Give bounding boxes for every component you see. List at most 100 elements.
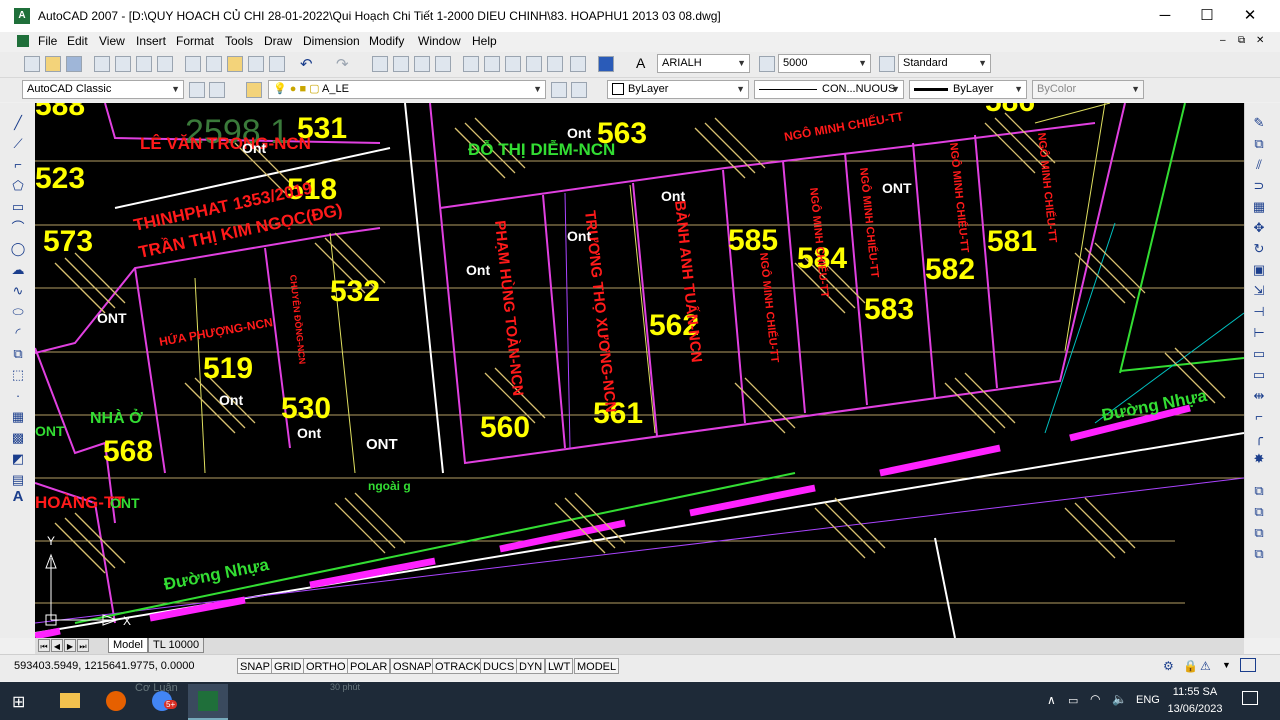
zoom-window-icon[interactable] — [414, 56, 430, 72]
workspace-settings-icon[interactable] — [189, 82, 205, 98]
model-toggle[interactable]: MODEL — [574, 658, 620, 674]
cut-icon[interactable] — [185, 56, 201, 72]
ellipse-icon[interactable]: ⬭ — [9, 305, 27, 319]
last-tab-button[interactable]: ⏭ — [77, 639, 89, 652]
workspace-dropdown[interactable]: AutoCAD Classic ▼ — [22, 80, 184, 99]
join-icon[interactable]: ⇹ — [1250, 389, 1268, 403]
arc-icon[interactable]: ⌒ — [9, 221, 27, 235]
construction-line-icon[interactable]: ⟋ — [9, 137, 27, 151]
color-dropdown[interactable]: ByLayer ▼ — [607, 80, 749, 99]
block-editor-icon[interactable] — [269, 56, 285, 72]
clock-date[interactable]: 13/06/2023 — [1165, 703, 1225, 715]
status-menu-icon[interactable]: ▼ — [1222, 660, 1231, 670]
menu-edit[interactable]: Edit — [67, 33, 88, 49]
move-icon[interactable]: ✥ — [1250, 221, 1268, 235]
menu-draw[interactable]: Draw — [264, 33, 292, 49]
doc-close-button[interactable]: ✕ — [1256, 33, 1264, 49]
hatch-icon[interactable]: ▦ — [9, 410, 27, 424]
calculator-icon[interactable] — [570, 56, 586, 72]
erase-icon[interactable]: ✎ — [1250, 116, 1268, 130]
next-tab-button[interactable]: ▶ — [64, 639, 76, 652]
match-properties-icon[interactable] — [248, 56, 264, 72]
volume-icon[interactable]: 🔈 — [1112, 692, 1127, 706]
help-icon[interactable] — [598, 56, 614, 72]
zoom-previous-icon[interactable] — [435, 56, 451, 72]
autocad-app-icon[interactable]: A — [14, 8, 30, 24]
battery-icon[interactable]: ▭ — [1068, 694, 1078, 707]
layer-dropdown[interactable]: 💡 ● ■ ▢ A_LE ▼ — [268, 80, 546, 99]
paste-icon[interactable] — [227, 56, 243, 72]
markup-icon[interactable] — [547, 56, 563, 72]
revision-cloud-icon[interactable]: ☁ — [9, 263, 27, 277]
doc-restore-button[interactable]: ⧉ — [1238, 33, 1245, 49]
gradient-icon[interactable]: ▩ — [9, 431, 27, 445]
workspace-save-icon[interactable] — [209, 82, 225, 98]
undo-icon[interactable]: ↶ — [300, 55, 313, 73]
copy-object-icon[interactable]: ⧉ — [1250, 137, 1268, 151]
dyn-toggle[interactable]: DYN — [516, 658, 546, 674]
fillet-icon[interactable]: ╭ — [1250, 431, 1268, 445]
explode-icon[interactable]: ✸ — [1250, 452, 1268, 466]
bring-to-front-icon[interactable]: ⧉ — [1250, 505, 1268, 519]
show-hidden-icons-icon[interactable]: ∧ — [1047, 693, 1056, 707]
wifi-icon[interactable]: ◠ — [1090, 692, 1100, 706]
multiline-text-icon[interactable]: A — [9, 489, 27, 504]
coordinate-readout[interactable]: 593403.5949, 1215641.9775, 0.0000 — [14, 660, 194, 672]
autocad-taskbar-icon[interactable] — [188, 684, 228, 720]
tool-palettes-icon[interactable] — [505, 56, 521, 72]
stretch-icon[interactable]: ⇲ — [1250, 284, 1268, 298]
tray-settings-icon[interactable]: ⚠ — [1200, 659, 1211, 673]
dim-style-icon[interactable] — [759, 56, 775, 72]
clock-time[interactable]: 11:55 SA — [1165, 686, 1225, 698]
print-icon[interactable] — [94, 56, 110, 72]
grid-toggle[interactable]: GRID — [271, 658, 305, 674]
zoom-realtime-icon[interactable] — [393, 56, 409, 72]
menu-tools[interactable]: Tools — [225, 33, 253, 49]
break-at-point-icon[interactable]: ▭ — [1250, 347, 1268, 361]
snap-toggle[interactable]: SNAP — [237, 658, 273, 674]
menu-file[interactable]: File — [38, 33, 57, 49]
linetype-dropdown[interactable]: CON...NUOUS ▼ — [754, 80, 904, 99]
lock-icon[interactable]: 🔒 — [1183, 659, 1198, 673]
polar-toggle[interactable]: POLAR — [347, 658, 391, 674]
text-style-dropdown[interactable]: ARIALH ▼ — [657, 54, 750, 73]
menu-help[interactable]: Help — [472, 33, 497, 49]
menu-format[interactable]: Format — [176, 33, 214, 49]
trim-icon[interactable]: ⊣ — [1250, 305, 1268, 319]
publish-icon[interactable] — [136, 56, 152, 72]
menu-view[interactable]: View — [99, 33, 125, 49]
copy-icon[interactable] — [206, 56, 222, 72]
spline-icon[interactable]: ∿ — [9, 284, 27, 298]
break-icon[interactable]: ▭ — [1250, 368, 1268, 382]
layer-previous-icon[interactable] — [571, 82, 587, 98]
design-center-icon[interactable] — [484, 56, 500, 72]
polygon-icon[interactable]: ⬠ — [9, 179, 27, 193]
sheet-set-icon[interactable] — [526, 56, 542, 72]
comm-center-icon[interactable]: ⚙ — [1163, 659, 1174, 673]
make-current-layer-icon[interactable] — [551, 82, 567, 98]
minimize-button[interactable]: ─ — [1142, 0, 1188, 32]
send-under-icon[interactable]: ⧉ — [1250, 547, 1268, 561]
line-icon[interactable]: ╱ — [9, 116, 27, 130]
rectangle-icon[interactable]: ▭ — [9, 200, 27, 214]
ducs-toggle[interactable]: DUCS — [480, 658, 518, 674]
polyline-icon[interactable]: ⌐ — [9, 158, 27, 172]
osnap-toggle[interactable]: OSNAP — [390, 658, 435, 674]
extend-icon[interactable]: ⊢ — [1250, 326, 1268, 340]
windows-start-icon[interactable]: ⊞ — [12, 692, 25, 712]
doc-minimize-button[interactable]: – — [1220, 33, 1226, 49]
menu-dimension[interactable]: Dimension — [303, 33, 360, 49]
point-icon[interactable]: · — [9, 389, 27, 403]
save-icon[interactable] — [66, 56, 82, 72]
tab-model[interactable]: Model — [108, 638, 148, 653]
close-button[interactable]: ✕ — [1227, 0, 1273, 32]
layer-manager-icon[interactable] — [246, 82, 262, 98]
prev-tab-button[interactable]: ◀ — [51, 639, 63, 652]
menu-window[interactable]: Window — [418, 33, 461, 49]
plotstyle-dropdown[interactable]: ByColor ▼ — [1032, 80, 1144, 99]
scale-icon[interactable]: ▣ — [1250, 263, 1268, 277]
redo-icon[interactable]: ↷ — [336, 55, 349, 73]
send-to-back-icon[interactable]: ⧉ — [1250, 526, 1268, 540]
first-tab-button[interactable]: ⏮ — [38, 639, 50, 652]
text-style-icon[interactable]: A — [636, 55, 645, 71]
